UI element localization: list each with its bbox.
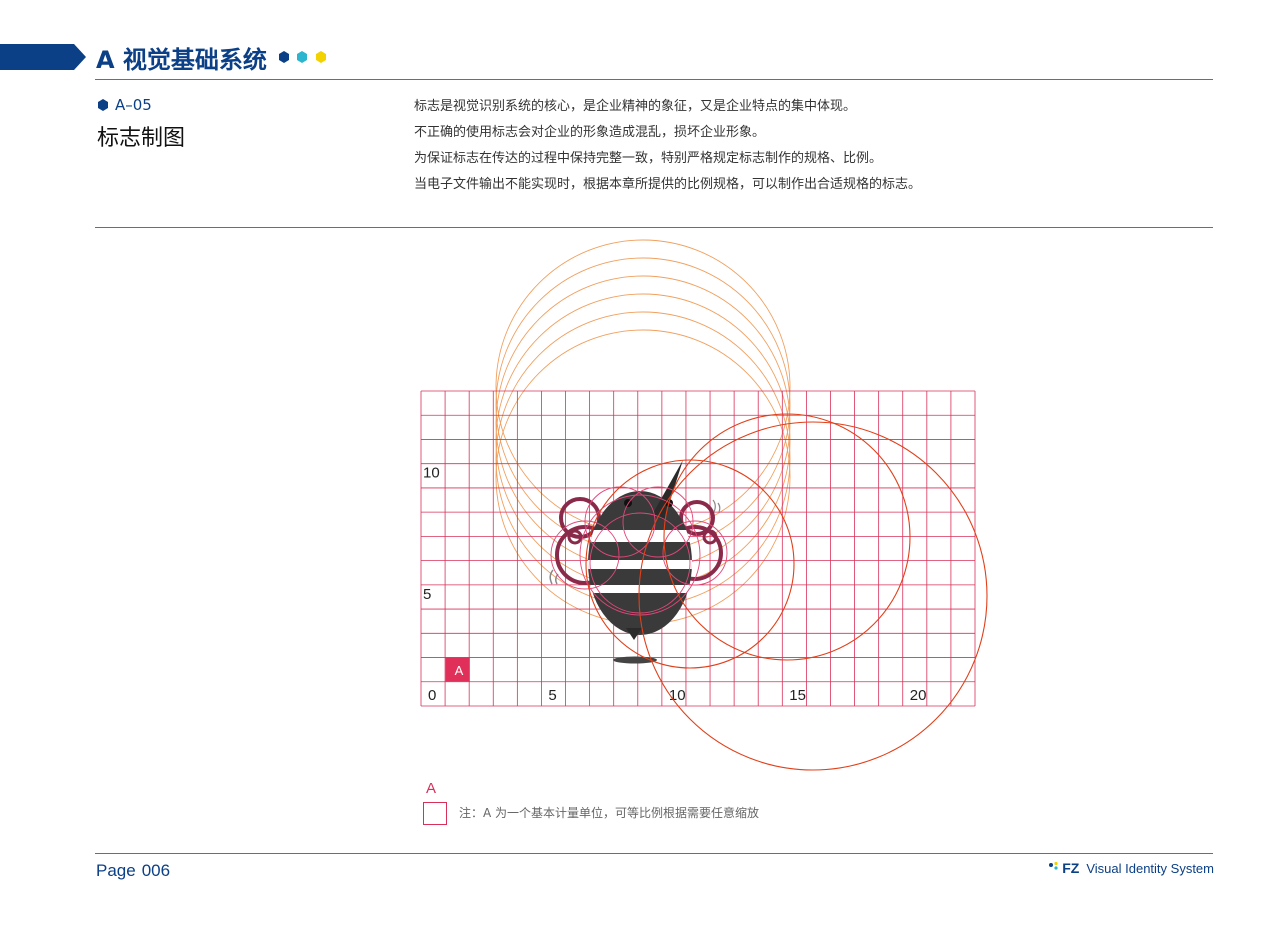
guide-circle	[638, 421, 988, 771]
x-axis-tick-label: 5	[548, 687, 556, 704]
logo-construction-diagram: A 0 5 10 15 20 5 10	[420, 239, 988, 771]
unit-cell-label: A	[455, 663, 464, 678]
y-axis-tick-label: 10	[423, 465, 440, 482]
construction-grid	[420, 390, 976, 707]
description-line: 不正确的使用标志会对企业的形象造成混乱，损坏企业形象。	[414, 125, 766, 140]
brand-text: Visual Identity System	[1086, 860, 1214, 876]
blue-hexagon-icon	[279, 51, 289, 63]
description-line: 标志是视觉识别系统的核心，是企业精神的象征，又是企业特点的集中体现。	[414, 99, 857, 114]
x-axis-tick-label: 10	[669, 687, 686, 704]
x-axis-tick-label: 20	[910, 687, 927, 704]
motion-mark	[717, 502, 721, 513]
yellow-hexagon-icon	[316, 51, 326, 63]
page-code: A–05	[115, 96, 152, 114]
description-block: 标志是视觉识别系统的核心，是企业精神的象征，又是企业特点的集中体现。 不正确的使…	[414, 97, 1194, 201]
page-word: Page	[96, 861, 136, 880]
description-line: 当电子文件输出不能实现时，根据本章所提供的比例规格，可以制作出合适规格的标志。	[414, 177, 922, 192]
x-axis-tick-label: 0	[428, 687, 436, 704]
note-text: 注：A 为一个基本计量单位，可等比例根据需要任意缩放	[459, 806, 760, 820]
hexagon-bullet-icon	[98, 99, 108, 111]
y-axis-tick-label: 5	[423, 586, 431, 603]
header-divider	[95, 79, 1213, 80]
content-divider	[95, 227, 1213, 228]
footer-divider	[95, 853, 1213, 854]
brand-dots-icon	[1049, 861, 1058, 870]
note-unit-box	[423, 802, 447, 825]
brand-mark: FZ	[1062, 860, 1080, 876]
page-number: 006	[141, 861, 171, 880]
cyan-hexagon-icon	[297, 51, 307, 63]
section-title: A 视觉基础系统	[96, 46, 267, 74]
bee-stripe	[588, 560, 692, 569]
page-heading: 标志制图	[97, 126, 186, 151]
brand-footer: FZ Visual Identity System	[1048, 860, 1214, 876]
unit-cell: A	[445, 657, 470, 682]
note-unit-label: A	[426, 780, 437, 797]
header-accent-bar	[0, 44, 86, 70]
description-line: 为保证标志在传达的过程中保持完整一致，特别严格规定标志制作的规格、比例。	[414, 151, 883, 166]
motion-mark	[549, 569, 554, 585]
x-axis-tick-label: 15	[789, 687, 806, 704]
header-decor-dots-icon	[279, 51, 326, 63]
motion-mark	[712, 499, 716, 513]
page-number-label: Page 006	[96, 861, 170, 881]
page-code-row: A–05	[97, 96, 152, 114]
